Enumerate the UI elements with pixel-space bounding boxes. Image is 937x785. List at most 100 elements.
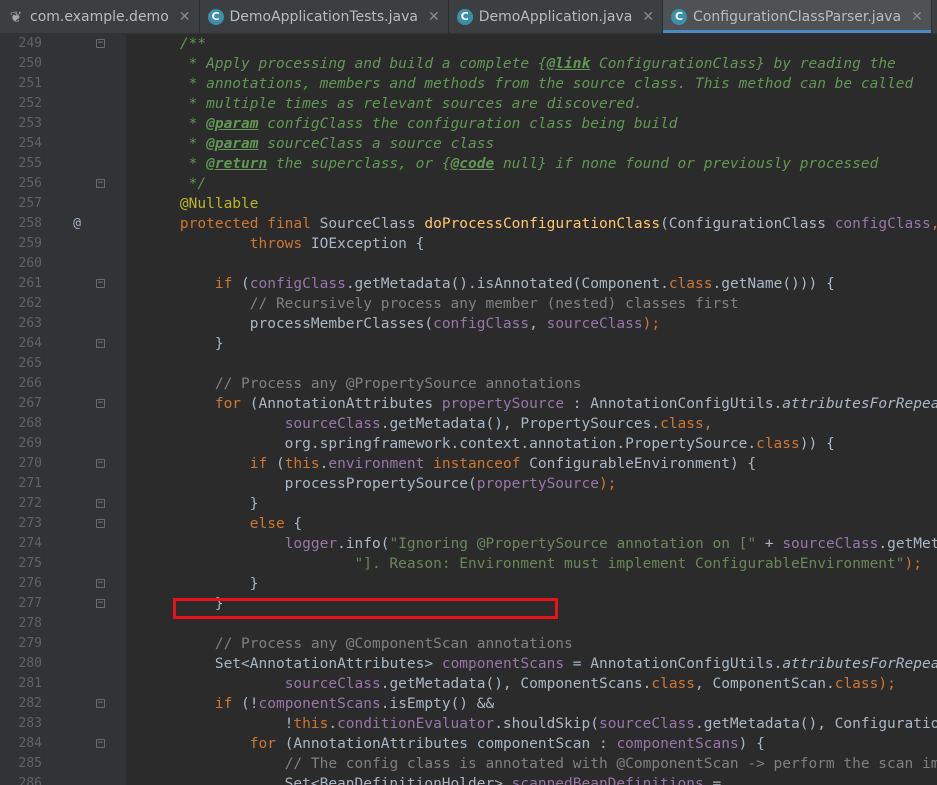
gutter-line[interactable]: 285 (0, 754, 126, 774)
code-line[interactable]: * annotations, members and methods from … (145, 74, 914, 94)
fold-collapse-icon[interactable]: − (96, 699, 105, 708)
gutter-line[interactable]: 271 (0, 474, 126, 494)
code-line[interactable]: Set<BeanDefinitionHolder> scannedBeanDef… (145, 774, 722, 785)
gutter-line[interactable]: 278 (0, 614, 126, 634)
gutter-line[interactable]: 277 − (0, 594, 126, 614)
code-line[interactable]: org.springframework.context.annotation.P… (145, 434, 835, 454)
gutter-line[interactable]: 264 − (0, 334, 126, 354)
gutter-line[interactable]: 260 (0, 254, 126, 274)
code-line[interactable]: /** (145, 34, 206, 54)
gutter-line[interactable]: 275 (0, 554, 126, 574)
gutter-line[interactable]: 280 (0, 654, 126, 674)
code-line[interactable]: } (145, 594, 224, 614)
fold-collapse-icon[interactable]: − (96, 399, 105, 408)
gutter-line[interactable]: 270 − (0, 454, 126, 474)
gutter-line[interactable]: 250 (0, 54, 126, 74)
code-line[interactable]: // Process any @ComponentScan annotation… (145, 634, 573, 654)
code-area[interactable]: /** * Apply processing and build a compl… (145, 34, 937, 785)
gutter-line[interactable]: 266 (0, 374, 126, 394)
gutter-line[interactable]: 282 − (0, 694, 126, 714)
code-line[interactable]: else { (145, 514, 302, 534)
code-line[interactable]: @Nullable (145, 194, 259, 214)
line-number: 255 (18, 156, 42, 171)
gutter-line[interactable]: 254 (0, 134, 126, 154)
line-number-gutter[interactable]: 249 − 250 251 252 253 254 255 256 − 257 258 @259 260 2… (0, 34, 126, 785)
gutter-line[interactable]: 273 − (0, 514, 126, 534)
gutter-line[interactable]: 252 (0, 94, 126, 114)
code-line[interactable]: } (145, 334, 224, 354)
fold-end-icon[interactable]: − (96, 599, 105, 608)
code-token: @Nullable (179, 196, 259, 212)
code-line[interactable]: * @param configClass the configuration c… (145, 114, 678, 134)
gutter-line[interactable]: 253 (0, 114, 126, 134)
code-line[interactable]: */ (145, 174, 206, 194)
gutter-line[interactable]: 284 − (0, 734, 126, 754)
gutter-line[interactable]: 262 (0, 294, 126, 314)
fold-collapse-icon[interactable]: − (96, 39, 105, 48)
gutter-line[interactable]: 283 (0, 714, 126, 734)
code-line[interactable]: if (!componentScans.isEmpty() && (145, 694, 494, 714)
code-line[interactable]: processMemberClasses(configClass, source… (145, 314, 660, 334)
code-line[interactable]: // Process any @PropertySource annotatio… (145, 374, 582, 394)
gutter-line[interactable]: 263 (0, 314, 126, 334)
tab-1[interactable]: ❦ com.example.demo ✕ (0, 0, 200, 33)
code-line[interactable]: sourceClass.getMetadata(), ComponentScan… (145, 674, 896, 694)
tab-2[interactable]: C DemoApplicationTests.java ✕ (200, 0, 449, 33)
code-line[interactable]: logger.info("Ignoring @PropertySource an… (145, 534, 937, 554)
fold-end-icon[interactable]: − (96, 339, 105, 348)
gutter-line[interactable]: 281 (0, 674, 126, 694)
gutter-line[interactable]: 267 − (0, 394, 126, 414)
code-line[interactable]: !this.conditionEvaluator.shouldSkip(sour… (145, 714, 937, 734)
close-icon[interactable]: ✕ (179, 9, 191, 25)
fold-collapse-icon[interactable]: − (96, 459, 105, 468)
gutter-line[interactable]: 256 − (0, 174, 126, 194)
code-line[interactable]: * Apply processing and build a complete … (145, 54, 896, 74)
gutter-line[interactable]: 268 (0, 414, 126, 434)
gutter-line[interactable]: 261 − (0, 274, 126, 294)
code-line[interactable]: throws IOException { (145, 234, 425, 254)
fold-collapse-icon[interactable]: − (96, 279, 105, 288)
fold-end-icon[interactable]: − (96, 499, 105, 508)
close-icon[interactable]: ✕ (911, 9, 923, 25)
code-line[interactable]: for (AnnotationAttributes componentScan … (145, 734, 765, 754)
code-editor[interactable]: 249 − 250 251 252 253 254 255 256 − 257 258 @259 260 2… (0, 34, 937, 785)
fold-collapse-icon[interactable]: − (96, 519, 105, 528)
gutter-line[interactable]: 257 (0, 194, 126, 214)
code-line[interactable]: // The config class is annotated with @C… (145, 754, 937, 774)
code-line[interactable]: // Recursively process any member (neste… (145, 294, 739, 314)
gutter-line[interactable]: 286 (0, 774, 126, 785)
fold-collapse-icon[interactable]: − (96, 739, 105, 748)
code-line[interactable]: for (AnnotationAttributes propertySource… (145, 394, 937, 414)
gutter-line[interactable]: 249 − (0, 34, 126, 54)
code-line[interactable]: "]. Reason: Environment must implement C… (145, 554, 922, 574)
gutter-line[interactable]: 251 (0, 74, 126, 94)
gutter-line[interactable]: 279 (0, 634, 126, 654)
fold-end-icon[interactable]: − (96, 179, 105, 188)
gutter-line[interactable]: 265 (0, 354, 126, 374)
tab-4[interactable]: C ConfigurationClassParser.java ✕ (663, 0, 932, 33)
close-icon[interactable]: ✕ (642, 9, 654, 25)
gutter-line[interactable]: 274 (0, 534, 126, 554)
gutter-line[interactable]: 276 − (0, 574, 126, 594)
close-icon[interactable]: ✕ (428, 9, 440, 25)
code-line[interactable]: protected final SourceClass doProcessCon… (145, 214, 937, 234)
code-line[interactable]: Set<AnnotationAttributes> componentScans… (145, 654, 937, 674)
code-line[interactable]: processPropertySource(propertySource); (145, 474, 617, 494)
gutter-line[interactable]: 259 (0, 234, 126, 254)
code-line[interactable]: * @param sourceClass a source class (145, 134, 495, 154)
gutter-line[interactable]: 258 @ (0, 214, 126, 234)
fold-end-icon[interactable]: − (96, 579, 105, 588)
code-line[interactable]: * @return the superclass, or {@code null… (145, 154, 879, 174)
code-line[interactable]: * multiple times as relevant sources are… (145, 94, 643, 114)
override-marker-icon[interactable]: @ (70, 214, 84, 234)
gutter-line[interactable]: 269 (0, 434, 126, 454)
gutter-line[interactable]: 255 (0, 154, 126, 174)
code-line[interactable]: } (145, 574, 259, 594)
code-line[interactable]: if (this.environment instanceof Configur… (145, 454, 756, 474)
code-line[interactable]: sourceClass.getMetadata(), PropertySourc… (145, 414, 713, 434)
code-token: this (293, 716, 329, 732)
code-line[interactable]: } (145, 494, 259, 514)
code-line[interactable]: if (configClass.getMetadata().isAnnotate… (145, 274, 835, 294)
tab-3[interactable]: C DemoApplication.java ✕ (449, 0, 664, 33)
gutter-line[interactable]: 272 − (0, 494, 126, 514)
